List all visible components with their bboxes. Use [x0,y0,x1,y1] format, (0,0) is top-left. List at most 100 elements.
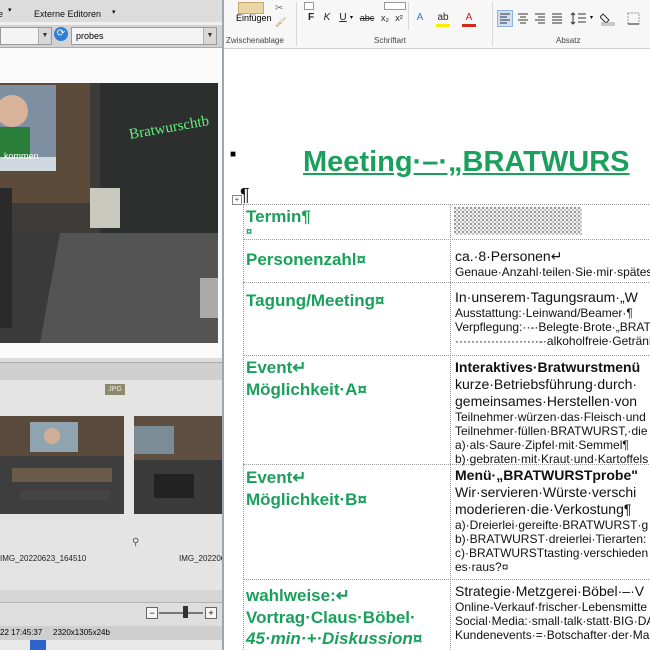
table-rule [243,579,650,580]
text-line: es·raus?¤ [455,560,509,574]
location-pin-icon: ⚲ [132,537,140,548]
group-label-font: Schriftart [374,36,407,45]
thumbnail-label[interactable]: IMG_20220623_164510 [0,554,86,563]
text-line: moderieren·die·Verkostung¶ [455,501,632,517]
shading-icon[interactable] [600,11,616,26]
row-content-vortrag: Strategie·Metzgerei·Böbel·–·V Online-Ver… [455,583,650,642]
row-label-personenzahl: Personenzahl¤ [246,250,366,269]
bold-button[interactable]: F [304,11,318,25]
borders-icon[interactable] [626,11,642,26]
text-effects-icon[interactable]: A [413,11,427,25]
chevron-down-icon[interactable]: ▾ [590,14,593,21]
superscript-button[interactable]: x² [392,11,406,25]
group-divider [408,2,409,30]
row-label-vortrag-3: 45·min·+·Diskussion¤ [246,629,423,648]
table-rule [243,282,650,283]
text-line: gemeinsames·Herstellen·von [455,393,638,409]
chevron-down-icon[interactable]: ▼ [38,28,51,44]
group-label-paragraph: Absatz [556,36,581,45]
text-line: In·unserem·Tagungsraum·„W [455,289,638,305]
font-color-icon[interactable]: A [462,11,476,25]
row-content-event-a: Interaktives·Bratwurstmenü kurze·Betrieb… [455,359,648,466]
text-line: a)·Dreierlei·gereifte·BRATWURST·g [455,518,649,532]
folder-dropdown[interactable]: ▼ [0,27,52,45]
thumbnail-1[interactable] [0,416,124,514]
ribbon: Einfügen ✂ 🖌 Zwischenablage F K U ▾ abc … [224,0,650,49]
format-painter-icon[interactable]: 🖌 [275,17,286,28]
text-line: b)·BRATWURST·dreierlei·Tierarten: [455,532,647,546]
text-line: Menü·„BRATWURSTprobe" [455,467,638,483]
table-rule [243,355,650,356]
text-line: a)·als·Saure·Zipfel·mit·Semmel¶ [455,438,629,452]
italic-button[interactable]: K [320,11,334,25]
status-dimensions: 2320x1305x24b [53,628,110,637]
group-label-clipboard: Zwischenablage [226,36,284,45]
row-label-event-a: Event↵ [246,358,307,377]
menu-item-external-editors[interactable]: Externe Editoren [34,9,101,19]
text-line: Interaktives·Bratwurstmenü [455,359,641,375]
align-left-button[interactable] [497,10,513,27]
group-divider [492,2,493,46]
highlight-icon[interactable]: ab [436,11,450,25]
zoom-slider-handle[interactable] [183,606,188,618]
path-value: probes [76,31,104,41]
preview-image[interactable]: Bratwurschtb [0,83,218,343]
font-size-box[interactable] [384,2,406,10]
text-line: b)·gebraten·mit·Kraut·und·Kartoffels [455,452,649,466]
row-label-vortrag-2: Vortrag·Claus·Böbel· [246,608,416,627]
redacted-date [454,207,582,235]
path-dropdown[interactable]: probes ▼ [71,27,217,45]
row-label-event-b: Event↵ [246,468,307,487]
text-line: Verpflegung:··-·Belegte·Brote·„BRAT [455,320,650,334]
thumbnail-label[interactable]: IMG_2022062 [179,554,222,563]
zoom-out-button[interactable]: − [146,607,158,619]
photo-caption: kommen [4,151,39,161]
horizontal-scrollbar[interactable] [0,590,222,602]
justify-icon[interactable] [550,11,564,26]
menu-dropdown-icon[interactable]: ▾ [8,6,12,14]
row-label-tagung: Tagung/Meeting¤ [246,291,385,310]
thumbnail-2[interactable] [134,416,222,514]
subscript-button[interactable]: x₂ [378,11,392,25]
thumbnail-image [134,416,222,514]
strikethrough-button[interactable]: abc [358,11,376,25]
document-page: ■ Meeting·–·„BRATWURS + ¶ Termin¶ ¤ Pers… [224,49,650,650]
underline-button[interactable]: U [336,11,350,25]
text-line: Kundenevents·=·Botschafter·der·Ma [455,628,650,642]
align-left-icon [500,13,510,24]
cut-icon[interactable]: ✂ [275,3,283,14]
menu-item-file[interactable]: e [0,9,3,19]
row-label-event-b-2: Möglichkeit·B¤ [246,490,367,509]
table-rule [243,239,650,240]
text-line: Online-Verkauf·frischer·Lebensmitte [455,600,648,614]
zoom-in-button[interactable]: + [205,607,217,619]
font-name-box[interactable] [304,2,314,10]
thumbnail-image [0,416,124,514]
line-spacing-icon[interactable] [570,11,588,26]
viewer-menu-bar: e ▾ Externe Editoren ▾ [0,6,222,22]
status-datetime: 22 17:45:37 [0,628,43,637]
align-center-icon[interactable] [516,11,530,26]
taskbar-app-icon[interactable] [30,640,46,650]
viewer-bottom-toolbar [0,602,222,627]
text-line: kurze·Betriebsführung·durch· [455,376,638,392]
chevron-down-icon[interactable]: ▼ [203,28,216,44]
row-content-event-b: Menü·„BRATWURSTprobe" Wir·servieren·Würs… [455,467,648,574]
table-column-rule [450,204,451,650]
table-rule [243,204,650,205]
cell-end-mark: ¤ [246,226,253,238]
chevron-down-icon[interactable]: ▾ [350,14,353,21]
text-line: c)·BRATWURSTtasting·verschieden [455,546,649,560]
zoom-slider[interactable] [159,612,203,614]
align-right-icon[interactable] [533,11,547,26]
paste-button[interactable]: Einfügen [236,13,272,23]
text-line: Teilnehmer·füllen·BRATWURST,·die [455,424,648,438]
table-column-rule [243,204,244,650]
row-label-vortrag: wahlweise:↵ [246,586,351,605]
text-line: ca.·8·Personen↵ [455,248,563,264]
refresh-icon[interactable]: ⟳ [54,27,68,41]
document-title: Meeting·–·„BRATWURS [303,146,630,178]
chevron-down-icon[interactable]: ▾ [112,8,116,16]
word-processor-window: Einfügen ✂ 🖌 Zwischenablage F K U ▾ abc … [224,0,650,650]
text-line: Teilnehmer·würzen·das·Fleisch·und [455,410,646,424]
